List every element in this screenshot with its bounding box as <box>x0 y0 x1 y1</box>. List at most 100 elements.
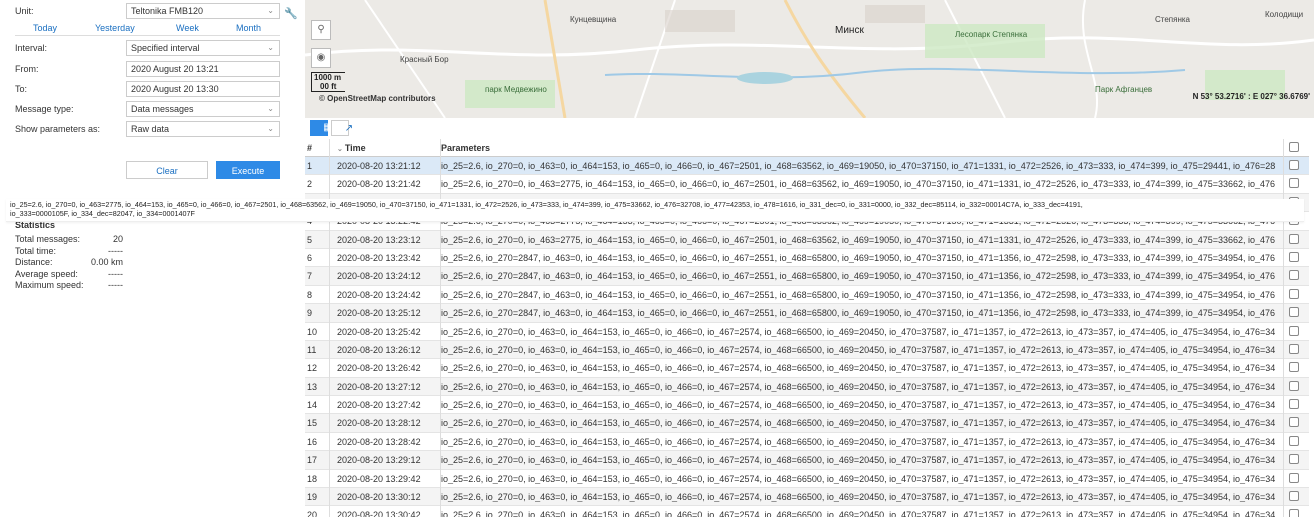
row-number: 2 <box>307 179 313 190</box>
interval-row: Interval: Specified interval ⌄ <box>0 40 280 58</box>
table-row[interactable]: 1 2020-08-20 13:21:12 io_25=2.6, io_270=0,… <box>305 157 1309 176</box>
wrench-icon[interactable]: 🔧 <box>284 7 298 20</box>
map-search-button[interactable]: ⚲ <box>311 20 331 40</box>
quick-week-button[interactable]: Week <box>176 23 199 33</box>
table-row[interactable]: 17 2020-08-20 13:29:12 io_25=2.6, io_270=0… <box>305 451 1309 470</box>
execute-button[interactable]: Execute <box>216 161 280 179</box>
map-attribution[interactable]: © OpenStreetMap contributors <box>319 94 436 103</box>
row-parameters: io_25=2.6, io_270=0, io_463=2775, io_464… <box>441 234 1276 245</box>
row-time: 2020-08-20 13:28:42 <box>337 436 421 447</box>
map-layers-button[interactable]: ◉ <box>311 48 331 68</box>
row-checkbox[interactable] <box>1289 270 1299 281</box>
map-scale: 1000 m 00 ft <box>311 72 345 92</box>
quick-yesterday-button[interactable]: Yesterday <box>95 23 135 33</box>
show-params-row: Show parameters as: Raw data ⌄ <box>0 121 280 139</box>
row-parameters: io_25=2.6, io_270=2847, io_463=0, io_464… <box>441 252 1276 263</box>
row-checkbox[interactable] <box>1289 160 1299 170</box>
stat-row: Total time: ----- <box>15 246 135 258</box>
table-row[interactable]: 18 2020-08-20 13:29:42 io_25=2.6, io_270=0… <box>305 470 1309 489</box>
table-row[interactable]: 15 2020-08-20 13:28:12 io_25=2.6, io_270=0… <box>305 414 1309 433</box>
row-checkbox[interactable] <box>1289 307 1299 318</box>
table-row[interactable]: 6 2020-08-20 13:23:42 io_25=2.6, io_270=28… <box>305 249 1309 268</box>
table-row[interactable]: 9 2020-08-20 13:25:12 io_25=2.6, io_270=28… <box>305 304 1309 323</box>
unit-select[interactable]: Teltonika FMB120 ⌄ <box>126 3 280 19</box>
stat-key: Maximum speed: <box>15 280 84 290</box>
table-row[interactable]: 20 2020-08-20 13:30:42 io_25=2.6, io_270=0… <box>305 506 1309 517</box>
interval-label: Interval: <box>15 43 48 53</box>
row-checkbox[interactable] <box>1289 178 1299 189</box>
row-checkbox[interactable] <box>1289 251 1299 262</box>
message-type-select[interactable]: Data messages ⌄ <box>126 101 280 117</box>
select-all-checkbox[interactable] <box>1289 142 1299 152</box>
chart-view-button[interactable]: ↗ <box>331 120 353 136</box>
interval-select[interactable]: Specified interval ⌄ <box>126 40 280 56</box>
table-row[interactable]: 8 2020-08-20 13:24:42 io_25=2.6, io_270=28… <box>305 286 1309 305</box>
row-number: 18 <box>307 473 318 484</box>
show-params-select[interactable]: Raw data ⌄ <box>126 121 280 137</box>
table-row[interactable]: 14 2020-08-20 13:27:42 io_25=2.6, io_270=0… <box>305 396 1309 415</box>
search-icon: ⚲ <box>317 24 325 35</box>
row-time: 2020-08-20 13:25:12 <box>337 308 421 319</box>
show-params-value: Raw data <box>131 124 170 134</box>
row-checkbox[interactable] <box>1289 399 1299 410</box>
row-parameters: io_25=2.6, io_270=0, io_463=0, io_464=15… <box>441 161 1276 171</box>
chevron-down-icon: ⌄ <box>267 43 274 52</box>
row-number: 7 <box>307 271 313 282</box>
row-checkbox[interactable] <box>1289 288 1299 299</box>
row-time: 2020-08-20 13:27:12 <box>337 381 421 392</box>
chevron-down-icon: ⌄ <box>267 124 274 133</box>
unit-label: Unit: <box>15 6 34 16</box>
map-view[interactable]: ⚲ ◉ Кунцевщина Минск Лесопарк Степянка С… <box>305 0 1314 118</box>
map-label-minsk: Минск <box>835 25 864 36</box>
row-checkbox[interactable] <box>1289 472 1299 483</box>
row-checkbox[interactable] <box>1289 509 1299 517</box>
statistics-panel: Statistics Total messages: 20 Total time:… <box>15 220 135 292</box>
row-checkbox[interactable] <box>1289 380 1299 391</box>
to-datetime-field[interactable]: 2020 August 20 13:30 <box>126 81 280 97</box>
table-row[interactable]: 11 2020-08-20 13:26:12 io_25=2.6, io_270=0… <box>305 340 1309 360</box>
grid-view-button[interactable]: ▦ <box>310 120 333 136</box>
parameters-tooltip: io_25=2.6, io_270=0, io_463=2775, io_464… <box>6 199 1304 222</box>
show-params-label: Show parameters as: <box>15 124 101 134</box>
map-label-stepyanka-park: Лесопарк Степянка <box>955 30 1028 39</box>
quick-month-button[interactable]: Month <box>236 23 261 33</box>
from-datetime-field[interactable]: 2020 August 20 13:21 <box>126 61 280 77</box>
clear-button[interactable]: Clear <box>126 161 208 179</box>
unit-value: Teltonika FMB120 <box>131 6 204 16</box>
row-time: 2020-08-20 13:27:42 <box>337 400 421 411</box>
table-row[interactable]: 10 2020-08-20 13:25:42 io_25=2.6, io_270=0… <box>305 323 1309 341</box>
row-checkbox[interactable] <box>1289 454 1299 465</box>
table-row[interactable]: 19 2020-08-20 13:30:12 io_25=2.6, io_270=0… <box>305 488 1309 507</box>
sort-desc-icon: ⌄ <box>337 146 345 153</box>
table-row[interactable]: 5 2020-08-20 13:23:12 io_25=2.6, io_270=0,… <box>305 230 1309 249</box>
column-header-parameters[interactable]: Parameters <box>441 143 1283 153</box>
row-time: 2020-08-20 13:30:42 <box>337 510 421 517</box>
table-row[interactable]: 12 2020-08-20 13:26:42 io_25=2.6, io_270=0… <box>305 359 1309 378</box>
row-checkbox[interactable] <box>1289 325 1299 336</box>
table-row[interactable]: 7 2020-08-20 13:24:12 io_25=2.6, io_270=28… <box>305 267 1309 286</box>
row-checkbox[interactable] <box>1289 362 1299 373</box>
map-label-krasny-bor: Красный Бор <box>400 55 449 64</box>
row-parameters: io_25=2.6, io_270=0, io_463=2775, io_464… <box>441 179 1276 190</box>
messages-table: # ⌄ Time Parameters 1 2020-08-20 13:21:12… <box>305 139 1309 517</box>
row-checkbox[interactable] <box>1289 343 1299 354</box>
column-header-time[interactable]: ⌄ Time <box>337 143 437 153</box>
row-checkbox[interactable] <box>1289 491 1299 502</box>
row-checkbox[interactable] <box>1289 417 1299 428</box>
column-header-number[interactable]: # <box>307 143 329 153</box>
row-parameters: io_25=2.6, io_270=0, io_463=0, io_464=15… <box>441 326 1276 337</box>
table-row[interactable]: 2 2020-08-20 13:21:42 io_25=2.6, io_270=0,… <box>305 175 1309 194</box>
row-checkbox[interactable] <box>1289 435 1299 446</box>
report-form-panel: Unit: Teltonika FMB120 ⌄ 🔧 Today Yesterd… <box>0 0 305 517</box>
row-number: 10 <box>307 326 318 337</box>
quick-today-button[interactable]: Today <box>33 23 57 33</box>
row-parameters: io_25=2.6, io_270=0, io_463=0, io_464=15… <box>441 344 1276 355</box>
row-parameters: io_25=2.6, io_270=0, io_463=0, io_464=15… <box>441 363 1276 374</box>
row-checkbox[interactable] <box>1289 233 1299 244</box>
stat-key: Distance: <box>15 257 53 267</box>
stat-row: Maximum speed: ----- <box>15 280 135 292</box>
table-row[interactable]: 16 2020-08-20 13:28:42 io_25=2.6, io_270=0… <box>305 433 1309 452</box>
table-row[interactable]: 13 2020-08-20 13:27:12 io_25=2.6, io_270=0… <box>305 377 1309 397</box>
row-time: 2020-08-20 13:25:42 <box>337 326 421 337</box>
row-parameters: io_25=2.6, io_270=0, io_463=0, io_464=15… <box>441 436 1276 447</box>
